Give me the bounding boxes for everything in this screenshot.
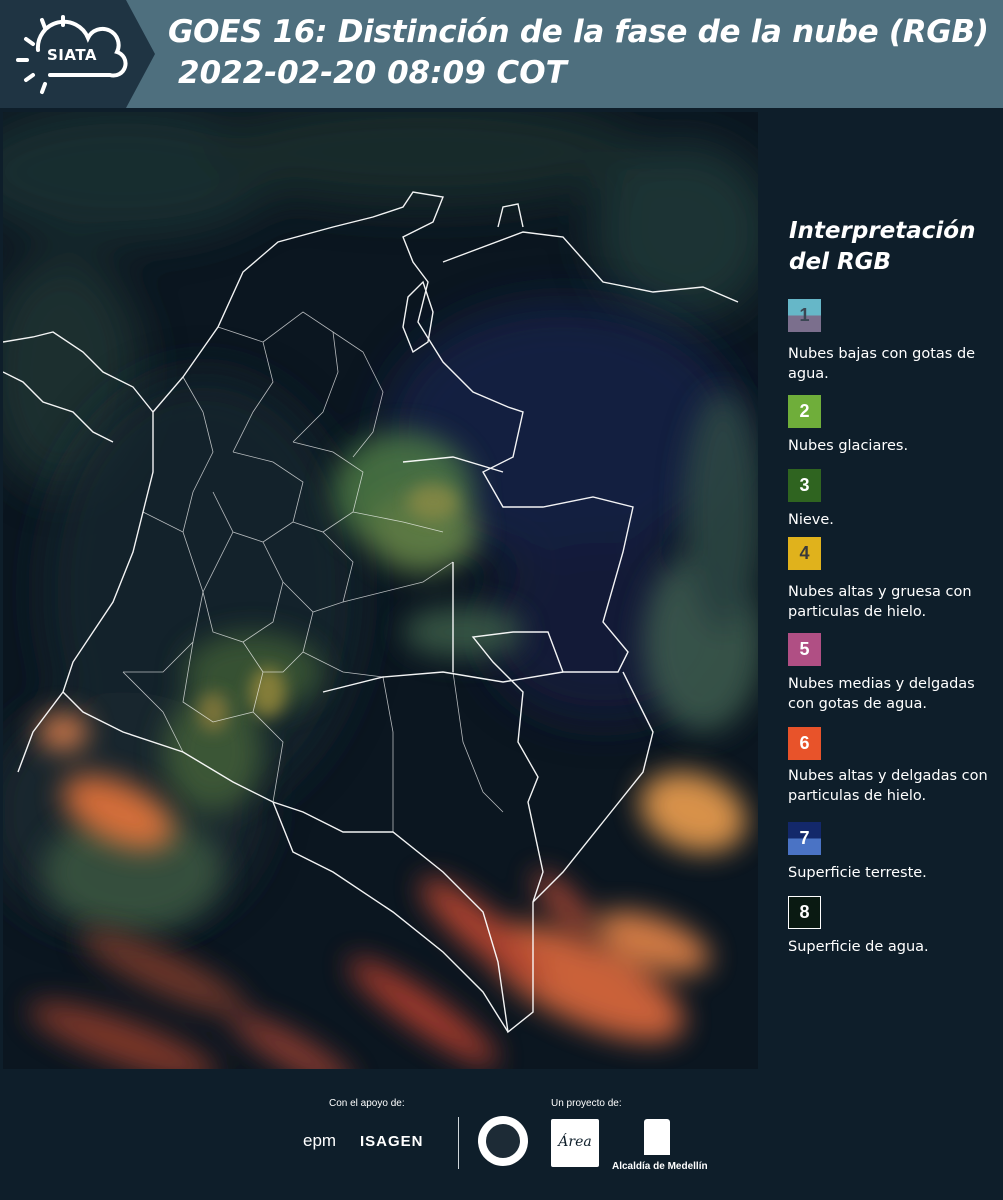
legend-label-7: Superficie terreste. xyxy=(788,865,927,881)
page-timestamp: 2022-02-20 08:09 COT xyxy=(178,55,567,91)
legend-label-6: Nubes altas y delgadas con particulas de… xyxy=(788,768,988,804)
footer: Con el apoyo de: Un proyecto de: epm ISA… xyxy=(0,1069,1003,1200)
legend-label-2: Nubes glaciares. xyxy=(788,438,909,454)
project-label: Un proyecto de: xyxy=(551,1098,622,1109)
logo-text: SIATA xyxy=(47,46,98,64)
header: SIATA GOES 16: Distinción de la fase de … xyxy=(0,0,1003,108)
support-label: Con el apoyo de: xyxy=(329,1098,405,1109)
legend-panel: Interpretación del RGB 1 Nubes bajas con… xyxy=(760,112,1003,1069)
satellite-image xyxy=(3,112,758,1069)
page-title: GOES 16: Distinción de la fase de la nub… xyxy=(168,14,989,50)
legend-title-line1: Interpretación xyxy=(789,218,976,244)
legend-swatch-2: 2 xyxy=(788,395,821,428)
footer-divider xyxy=(458,1117,459,1169)
legend-label-1: Nubes bajas con gotas de agua. xyxy=(788,346,976,382)
legend-swatch-8: 8 xyxy=(788,896,821,929)
legend-title: Interpretación del RGB xyxy=(789,216,975,278)
legend-label-4: Nubes altas y gruesa con particulas de h… xyxy=(788,584,972,620)
area-metropolitana-logo[interactable]: Área xyxy=(551,1119,599,1167)
legend-swatch-1: 1 xyxy=(788,299,821,332)
legend-label-5: Nubes medias y delgadas con gotas de agu… xyxy=(788,676,975,712)
legend-swatch-4: 4 xyxy=(788,537,821,570)
seal-inner xyxy=(486,1124,520,1158)
legend-label-8: Superficie de agua. xyxy=(788,939,929,955)
legend-label-3: Nieve. xyxy=(788,512,834,528)
legend-swatch-6: 6 xyxy=(788,727,821,760)
alcaldia-logo[interactable]: Alcaldía de Medellín xyxy=(612,1161,708,1172)
legend-swatch-3: 3 xyxy=(788,469,821,502)
area-logo-text: Área xyxy=(558,1134,592,1150)
isagen-logo[interactable]: ISAGEN xyxy=(360,1133,424,1150)
university-seal-logo[interactable] xyxy=(478,1116,528,1166)
legend-title-line2: del RGB xyxy=(789,249,892,275)
legend-swatch-7: 7 xyxy=(788,822,821,855)
siata-logo[interactable]: SIATA xyxy=(0,0,155,108)
alcaldia-crest-icon xyxy=(644,1119,670,1155)
satellite-map[interactable] xyxy=(3,112,758,1069)
legend-swatch-5: 5 xyxy=(788,633,821,666)
epm-logo[interactable]: epm xyxy=(303,1131,336,1151)
